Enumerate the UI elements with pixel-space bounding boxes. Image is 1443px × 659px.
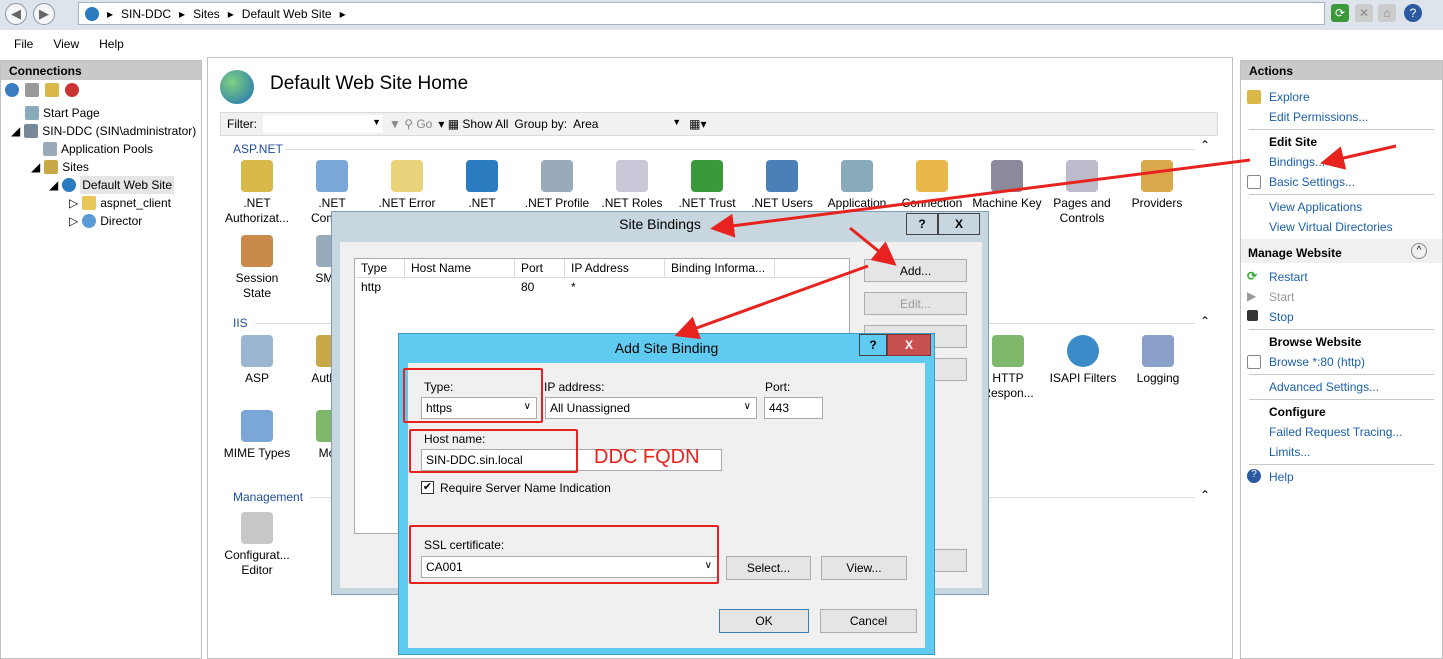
- arrow-to-add: [849, 226, 897, 266]
- arrow-to-add-site-binding: [674, 264, 869, 340]
- annotation-arrows: [674, 144, 1397, 340]
- arrow-to-site-bindings: [710, 158, 1251, 238]
- arrow-to-bindings: [1320, 144, 1397, 170]
